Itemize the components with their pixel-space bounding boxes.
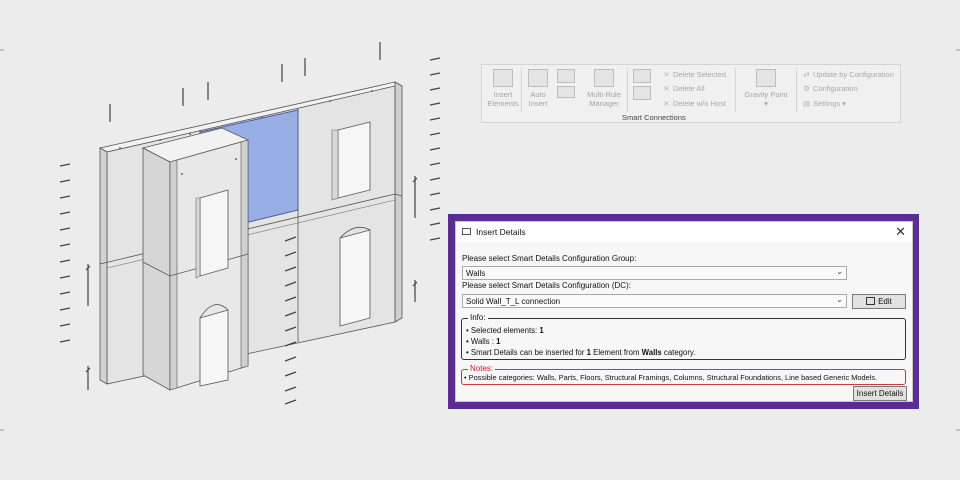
arrow-insert-icon — [557, 86, 575, 98]
grid-insert-icon — [557, 69, 575, 83]
update-by-configuration-label: Update by Configuration — [813, 70, 894, 79]
info-legend: Info: — [468, 313, 488, 322]
delete-selected-button[interactable]: ✕ Delete Selected — [662, 70, 726, 79]
chevron-down-icon: ▾ — [764, 99, 768, 108]
auto-insert-label: Auto Insert — [528, 90, 548, 108]
split-insert-button[interactable] — [554, 69, 578, 101]
delete-all-button[interactable]: ✕ Delete All — [662, 84, 705, 93]
edit-icon — [633, 69, 651, 83]
multi-rule-manager-icon — [594, 69, 614, 87]
dialog-body: Insert Details ✕ Please select Smart Det… — [455, 221, 913, 402]
delete-all-icon: ✕ — [663, 84, 670, 93]
insert-details-button[interactable]: Insert Details — [853, 386, 907, 401]
dc-value: Solid Wall_T_L connection — [466, 297, 561, 306]
edit-icon — [866, 297, 876, 305]
info-smart-label: • Smart Details can be inserted for — [466, 348, 585, 357]
config-group-select[interactable]: Walls ⌄ — [462, 266, 847, 280]
configuration-button[interactable]: ⚙ Configuration — [802, 84, 858, 93]
info-walls-count: 1 — [496, 337, 501, 346]
gravity-point-label: Gravity Point — [744, 90, 788, 99]
settings-icon: ▤ — [802, 99, 811, 108]
update-by-configuration-button[interactable]: ⇄ Update by Configuration — [802, 70, 894, 79]
group-prompt: Please select Smart Details Configuratio… — [462, 254, 637, 263]
auto-insert-icon — [528, 69, 548, 87]
info-selected-label: • Selected elements: — [466, 326, 538, 335]
dc-select[interactable]: Solid Wall_T_L connection ⌄ — [462, 294, 847, 308]
info-panel: Info: • Selected elements: 1 • Walls : 1… — [461, 313, 906, 360]
config-group-value: Walls — [466, 269, 486, 278]
info-walls-line: • Walls : 1 — [466, 337, 501, 346]
configuration-label: Configuration — [813, 84, 858, 93]
chevron-down-icon: ⌄ — [836, 295, 843, 304]
insert-elements-button[interactable]: Insert Elements — [486, 69, 520, 108]
insert-details-dialog: Insert Details ✕ Please select Smart Det… — [448, 214, 919, 409]
refresh-icon: ⇄ — [803, 70, 810, 79]
delete-icon — [633, 86, 651, 100]
info-walls-label: • Walls : — [466, 337, 494, 346]
delete-wo-host-button[interactable]: ✕ Delete w/o Host — [662, 99, 726, 108]
gravity-point-button[interactable]: Gravity Point ▾ — [740, 69, 792, 108]
edit-button[interactable]: Edit — [852, 294, 906, 309]
info-smart-middle: Element from — [593, 348, 640, 357]
ribbon-separator — [627, 68, 628, 112]
edit-delete-button[interactable] — [630, 69, 654, 103]
ribbon-group-label: Smart Connections — [622, 113, 686, 122]
gravity-point-icon — [756, 69, 776, 87]
info-selected-count: 1 — [539, 326, 544, 335]
delete-all-label: Delete All — [673, 84, 705, 93]
delete-wo-host-label: Delete w/o Host — [673, 99, 726, 108]
window-icon — [462, 228, 471, 235]
notes-legend: Notes: — [468, 364, 496, 373]
settings-label: Settings — [813, 99, 841, 108]
multi-rule-manager-button[interactable]: Multi-Rule Manager — [582, 69, 626, 108]
info-smart-count: 1 — [586, 348, 591, 357]
info-smart-suffix: category. — [663, 348, 696, 357]
delete-selected-label: Delete Selected — [673, 70, 726, 79]
info-smart-category: Walls — [641, 348, 662, 357]
gear-icon: ⚙ — [803, 84, 810, 93]
dc-prompt: Please select Smart Details Configuratio… — [462, 281, 631, 290]
insert-elements-icon — [493, 69, 513, 87]
auto-insert-button[interactable]: Auto Insert — [524, 69, 552, 108]
delete-selected-icon: ✕ — [663, 70, 670, 79]
notes-panel: Notes: • Possible categories: Walls, Par… — [461, 364, 906, 385]
chevron-down-icon: ⌄ — [836, 267, 843, 276]
settings-button[interactable]: ▤ Settings ▾ — [802, 99, 846, 108]
ribbon-separator — [796, 68, 797, 112]
info-smart-line: • Smart Details can be inserted for 1 El… — [466, 348, 695, 357]
edit-label: Edit — [878, 297, 892, 306]
notes-text: • Possible categories: Walls, Parts, Flo… — [464, 373, 878, 382]
chevron-down-icon: ▾ — [842, 99, 846, 108]
info-selected-line: • Selected elements: 1 — [466, 326, 544, 335]
delete-wo-host-icon: ✕ — [663, 99, 670, 108]
multi-rule-manager-label: Multi-Rule Manager — [587, 90, 621, 108]
dialog-title-bar[interactable]: Insert Details ✕ — [456, 222, 912, 242]
ribbon-separator — [735, 68, 736, 112]
close-icon[interactable]: ✕ — [895, 224, 906, 240]
ribbon-separator — [521, 68, 522, 112]
dialog-title: Insert Details — [476, 227, 526, 237]
smart-connections-ribbon: Insert Elements Auto Insert Multi-Rule M… — [481, 64, 901, 123]
insert-elements-label: Insert Elements — [487, 90, 519, 108]
wall-assembly[interactable] — [98, 81, 404, 391]
